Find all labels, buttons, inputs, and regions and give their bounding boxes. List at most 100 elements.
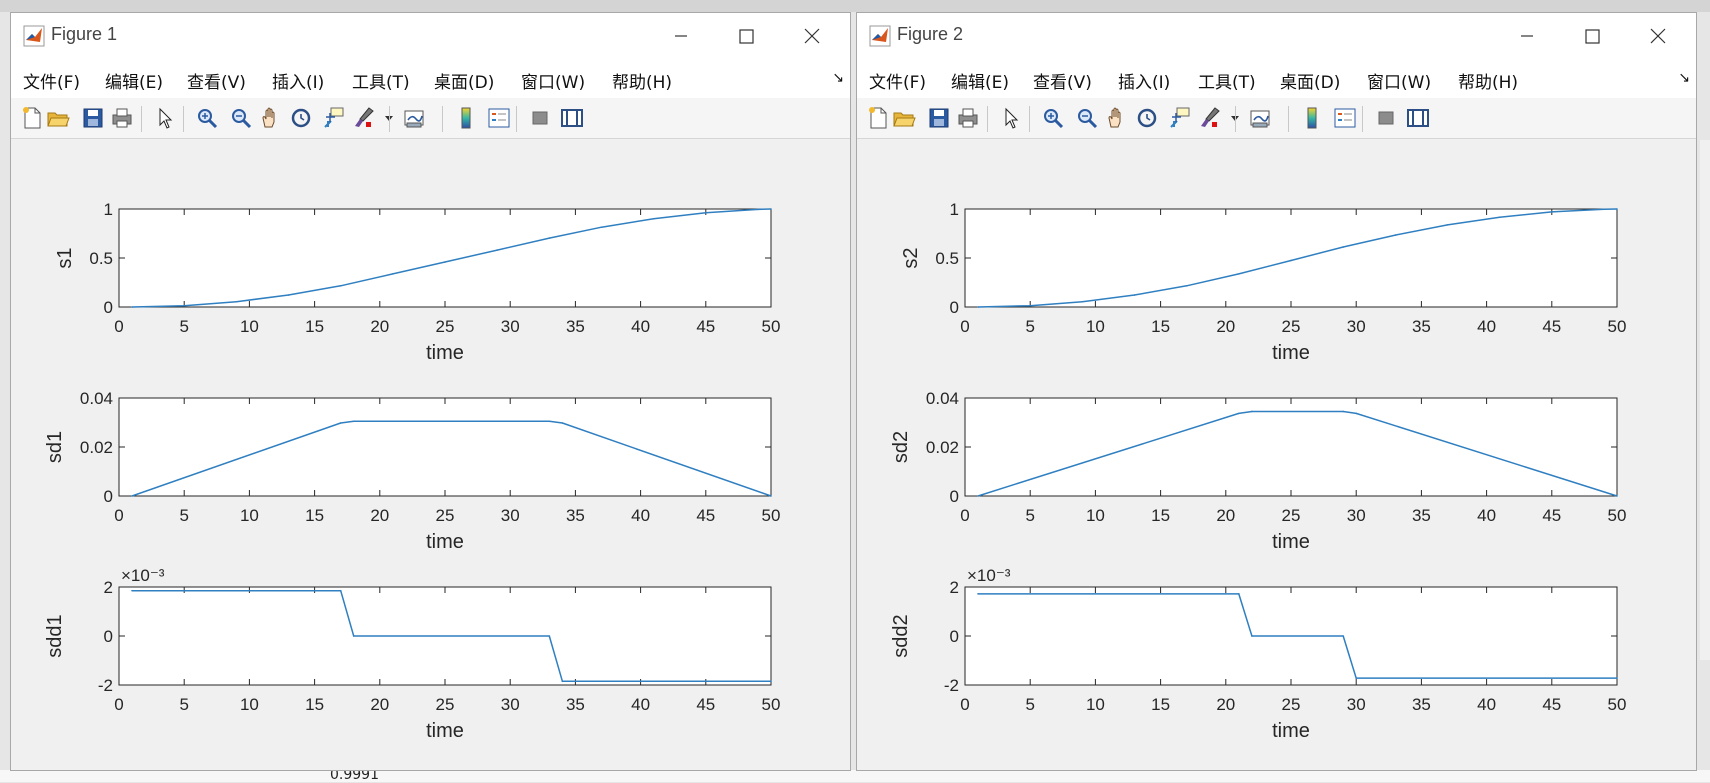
menu-window[interactable]: 窗口(W) <box>521 68 585 93</box>
figure-toolbar <box>857 98 1696 139</box>
brush-button[interactable] <box>351 105 377 131</box>
x-tick-label: 30 <box>1347 317 1366 336</box>
pan-hand-icon <box>262 107 275 128</box>
axes-1[interactable]: 0 5 10 15 20 25 30 35 40 45 50 0 0.5 1 time s1 <box>54 200 780 364</box>
show-plot-tools-button[interactable] <box>1405 105 1431 131</box>
show-plot-tools-icon <box>1407 109 1429 127</box>
x-tick-label: 30 <box>1347 506 1366 525</box>
menu-edit[interactable]: 编辑(E) <box>951 68 1009 93</box>
data-point <box>339 285 342 287</box>
pointer-button[interactable] <box>997 105 1023 131</box>
data-point <box>770 208 772 210</box>
axes-1[interactable]: 0 5 10 15 20 25 30 35 40 45 50 0 0.5 1 time s2 <box>900 200 1626 364</box>
close-button[interactable] <box>1637 21 1677 51</box>
menu-insert[interactable]: 插入(I) <box>1118 68 1170 93</box>
minimize-button[interactable] <box>661 21 701 51</box>
menu-window[interactable]: 窗口(W) <box>1367 68 1431 93</box>
print-button[interactable] <box>109 105 135 131</box>
menu-tools[interactable]: 工具(T) <box>1198 68 1256 93</box>
data-point <box>1616 677 1618 679</box>
new-file-button[interactable] <box>19 105 45 131</box>
legend-icon <box>1334 108 1356 128</box>
new-file-button[interactable] <box>865 105 891 131</box>
colorbar-button[interactable] <box>1299 105 1325 131</box>
y-tick-label: 0 <box>950 298 959 317</box>
x-tick-label: 5 <box>1025 695 1034 714</box>
show-plot-tools-icon <box>561 109 583 127</box>
menu-desktop[interactable]: 桌面(D) <box>434 68 494 93</box>
show-plot-tools-button[interactable] <box>559 105 585 131</box>
open-folder-button[interactable] <box>891 105 917 131</box>
pan-hand-button[interactable] <box>257 105 283 131</box>
title-bar[interactable]: Figure 1 <box>11 13 850 58</box>
data-cursor-button[interactable] <box>1167 105 1193 131</box>
rotate-3d-button[interactable] <box>288 105 314 131</box>
x-tick-label: 15 <box>1151 317 1170 336</box>
x-tick-label: 15 <box>305 506 324 525</box>
print-button[interactable] <box>955 105 981 131</box>
menu-file[interactable]: 文件(F) <box>869 68 926 93</box>
zoom-out-button[interactable] <box>1074 105 1100 131</box>
data-point <box>705 211 707 214</box>
save-button[interactable] <box>80 105 106 131</box>
dock-arrow-icon[interactable]: ↘ <box>832 70 844 86</box>
menu-tools[interactable]: 工具(T) <box>352 68 410 93</box>
title-bar[interactable]: Figure 2 <box>857 13 1696 58</box>
maximize-button[interactable] <box>1572 21 1612 51</box>
data-cursor-button[interactable] <box>321 105 347 131</box>
x-axis-label: time <box>1272 720 1310 742</box>
link-plot-button[interactable] <box>401 105 427 131</box>
legend-button[interactable] <box>486 105 512 131</box>
data-point <box>352 635 355 637</box>
figure-window-1[interactable]: Figure 1 文件(F) 编辑(E) 查看(V) 插入(I) 工具(T) 桌… <box>10 12 851 771</box>
brush-dropdown-button[interactable] <box>376 105 393 131</box>
open-folder-button[interactable] <box>45 105 71 131</box>
colorbar-button[interactable] <box>453 105 479 131</box>
x-tick-label: 50 <box>1608 695 1627 714</box>
pointer-button[interactable] <box>151 105 177 131</box>
brush-button[interactable] <box>1197 105 1223 131</box>
axes-3[interactable]: 0 5 10 15 20 25 30 35 40 45 50-202×10⁻³timesdd2 <box>890 566 1626 742</box>
rotate-3d-button[interactable] <box>1134 105 1160 131</box>
data-point <box>561 422 564 424</box>
menu-file[interactable]: 文件(F) <box>23 68 80 93</box>
data-point <box>600 226 603 229</box>
menu-help[interactable]: 帮助(H) <box>1458 68 1518 93</box>
zoom-out-button[interactable] <box>228 105 254 131</box>
axes-3[interactable]: 0 5 10 15 20 25 30 35 40 45 50-202×10⁻³timesdd1 <box>44 566 780 742</box>
menu-edit[interactable]: 编辑(E) <box>105 68 163 93</box>
menu-desktop[interactable]: 桌面(D) <box>1280 68 1340 93</box>
brush-dropdown-button[interactable] <box>1222 105 1239 131</box>
menu-view[interactable]: 查看(V) <box>187 68 246 93</box>
data-point <box>1081 300 1084 303</box>
data-point <box>1251 635 1253 637</box>
menu-insert[interactable]: 插入(I) <box>272 68 324 93</box>
dock-arrow-icon[interactable]: ↘ <box>1678 70 1690 86</box>
axes-2[interactable]: 0 5 10 15 20 25 30 35 40 45 50 0 0.02 0.04 time sd2 <box>890 389 1626 553</box>
data-point <box>1551 211 1553 213</box>
data-point <box>1355 677 1357 679</box>
menu-view[interactable]: 查看(V) <box>1033 68 1092 93</box>
x-tick-label: 45 <box>1542 317 1561 336</box>
zoom-in-button[interactable] <box>1040 105 1066 131</box>
menu-help[interactable]: 帮助(H) <box>612 68 672 93</box>
y-exponent-label: ×10⁻³ <box>967 566 1011 585</box>
save-icon <box>83 108 103 128</box>
toolbar-separator <box>1362 106 1363 132</box>
hide-plot-tools-button[interactable] <box>527 105 553 131</box>
print-icon <box>958 108 978 128</box>
link-plot-button[interactable] <box>1247 105 1273 131</box>
legend-button[interactable] <box>1332 105 1358 131</box>
pan-hand-button[interactable] <box>1103 105 1129 131</box>
maximize-button[interactable] <box>726 21 766 51</box>
axes-2[interactable]: 0 5 10 15 20 25 30 35 40 45 50 0 0.02 0.04 time sd1 <box>44 389 780 553</box>
minimize-button[interactable] <box>1507 21 1547 51</box>
figure-window-2[interactable]: Figure 2 文件(F) 编辑(E) 查看(V) 插入(I) 工具(T) 桌… <box>856 12 1697 771</box>
save-button[interactable] <box>926 105 952 131</box>
y-tick-label: 0 <box>950 487 959 506</box>
axes-box <box>964 397 1618 497</box>
data-point <box>392 273 394 275</box>
zoom-in-button[interactable] <box>194 105 220 131</box>
hide-plot-tools-button[interactable] <box>1373 105 1399 131</box>
close-button[interactable] <box>791 21 831 51</box>
